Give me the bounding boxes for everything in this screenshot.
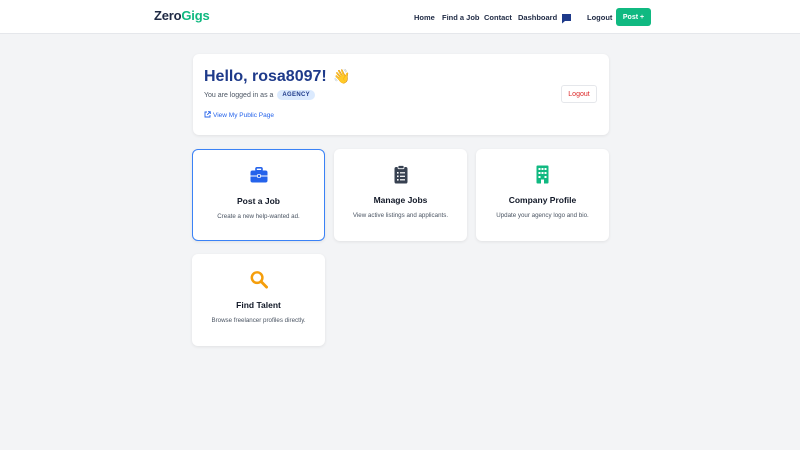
login-status: You are logged in as a AGENCY (204, 90, 315, 100)
search-icon (250, 269, 268, 289)
card-manage-jobs[interactable]: Manage Jobs View active listings and app… (334, 149, 467, 241)
card-find-talent[interactable]: Find Talent Browse freelancer profiles d… (192, 254, 325, 346)
card-title: Company Profile (508, 195, 577, 205)
wave-emoji: 👋 (333, 68, 351, 84)
card-description: View active listings and applicants. (352, 212, 449, 219)
greeting-title: Hello, rosa8097! 👋 (204, 68, 351, 86)
card-title: Find Talent (236, 300, 281, 310)
greeting-text: Hello, rosa8097! (204, 68, 327, 85)
card-title: Manage Jobs (373, 195, 428, 205)
view-public-page-label: View My Public Page (213, 112, 274, 119)
clipboard-list-icon (392, 164, 410, 184)
nav-home[interactable]: Home (414, 13, 435, 22)
login-status-text: You are logged in as a (204, 91, 274, 99)
chat-icon[interactable] (561, 11, 572, 24)
role-badge: AGENCY (277, 90, 315, 100)
brand-name-part2: Gigs (181, 8, 210, 23)
building-icon (534, 164, 552, 184)
external-link-icon (204, 111, 211, 120)
brand-logo[interactable]: ZeroGigs (154, 8, 210, 23)
top-navbar: ZeroGigs Home Find a Job Contact Dashboa… (0, 0, 800, 34)
greeting-card: Hello, rosa8097! 👋 You are logged in as … (193, 54, 609, 135)
post-button[interactable]: Post + (616, 8, 651, 26)
nav-logout[interactable]: Logout (587, 13, 612, 22)
card-description: Create a new help-wanted ad. (217, 213, 300, 220)
nav-find-job[interactable]: Find a Job (442, 13, 480, 22)
briefcase-icon (250, 165, 268, 185)
card-company-profile[interactable]: Company Profile Update your agency logo … (476, 149, 609, 241)
card-description: Browse freelancer profiles directly. (211, 317, 306, 324)
brand-name-part1: Zero (154, 8, 182, 23)
view-public-page-link[interactable]: View My Public Page (204, 111, 274, 120)
nav-dashboard[interactable]: Dashboard (518, 13, 557, 22)
card-post-job[interactable]: Post a Job Create a new help-wanted ad. (192, 149, 325, 241)
card-title: Post a Job (237, 196, 280, 206)
nav-contact[interactable]: Contact (484, 13, 512, 22)
logout-button[interactable]: Logout (561, 85, 597, 103)
card-description: Update your agency logo and bio. (496, 212, 589, 219)
